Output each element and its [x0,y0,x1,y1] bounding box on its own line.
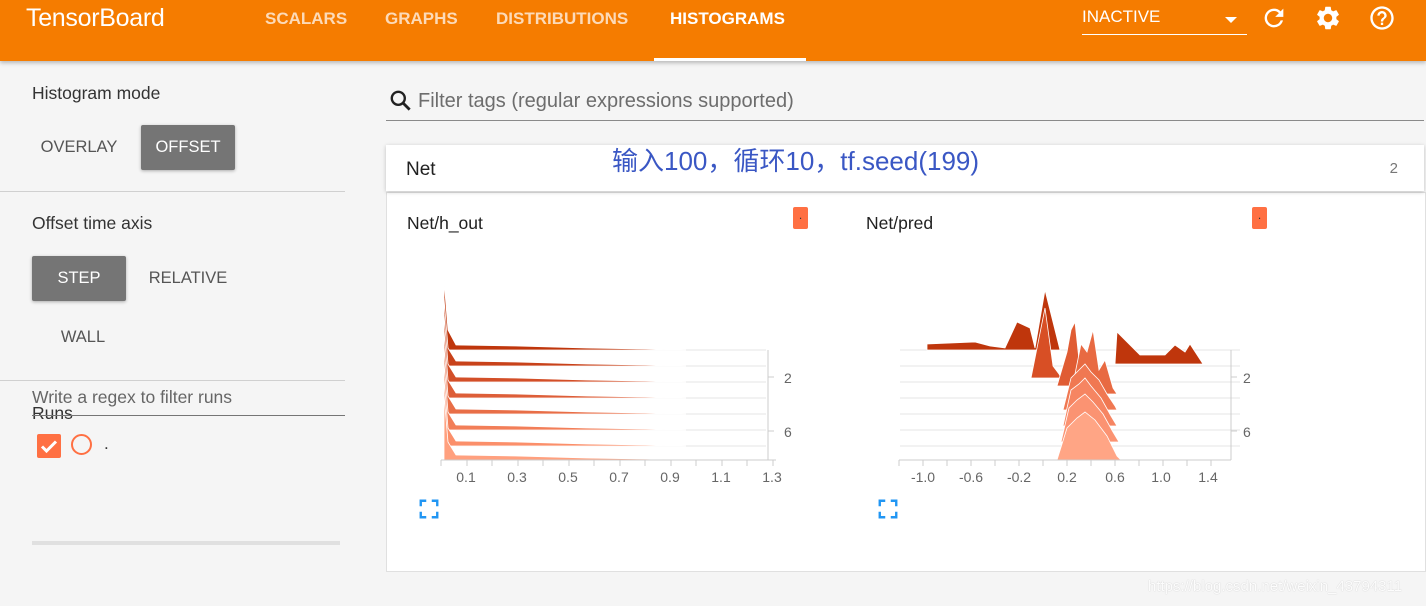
sidebar-divider [0,191,345,192]
chevron-down-icon [1225,17,1237,23]
app-title: TensorBoard [26,4,165,32]
x-tick-label: 0.3 [507,469,527,485]
x-tick-label: 0.1 [456,469,476,485]
x-tick-label: 0.5 [558,469,578,485]
tab-distributions[interactable]: DISTRIBUTIONS [496,9,628,29]
user-annotation: 输入100，循环10，tf.seed(199) [612,146,980,176]
reload-status-select[interactable]: INACTIVE [1082,6,1247,35]
x-tick-label: -0.6 [959,469,983,485]
histogram-chart-pred: 2 6 -1.0 -0.6 -0.2 0.2 0.6 1.0 1.4 [898,289,1251,485]
reload-status-value: INACTIVE [1082,7,1161,26]
sidebar: Histogram mode OVERLAY OFFSET Offset tim… [0,61,345,606]
x-tick-label: 0.9 [660,469,680,485]
y-tick-label: 2 [784,370,792,386]
x-tick-label: -1.0 [911,469,935,485]
run-chip: . [793,207,808,229]
sidebar-divider [0,380,345,381]
x-tick-label: 0.7 [609,469,629,485]
y-axis-h-out: 2 6 [767,350,792,460]
wall-button[interactable]: WALL [36,315,130,360]
run-filter-input[interactable]: Write a regex to filter runs [32,383,345,416]
run-name: . [104,434,109,453]
group-name: Net [406,159,436,180]
tag-filter-bar[interactable]: Filter tags (regular expressions support… [386,80,1424,121]
x-axis-h-out: 0.1 0.3 0.5 0.7 0.9 1.1 1.3 [440,459,782,485]
x-tick-label: 0.6 [1105,469,1125,485]
settings-gear-icon[interactable] [1314,4,1342,32]
ridges-h-out [443,279,687,461]
offset-time-axis-title: Offset time axis [32,213,153,233]
checkmark-icon [40,440,58,454]
step-button[interactable]: STEP [32,256,126,301]
run-checkbox[interactable] [37,434,61,458]
y-tick-label: 6 [784,424,792,440]
run-chip: . [1252,207,1267,229]
offset-button[interactable]: OFFSET [141,125,235,170]
active-tab-indicator [654,58,806,61]
sidebar-bottom-bar [32,541,340,545]
y-tick-label: 6 [1243,424,1251,440]
x-tick-label: 1.4 [1198,469,1218,485]
x-tick-label: 1.3 [762,469,782,485]
overlay-button[interactable]: OVERLAY [32,125,126,170]
watermark: https://blog.csdn.net/weixin_43794311 [1148,578,1403,595]
top-app-bar: TensorBoard SCALARS GRAPHS DISTRIBUTIONS… [0,0,1426,61]
fullscreen-icon[interactable] [418,498,440,520]
run-filter-placeholder: Write a regex to filter runs [32,387,233,407]
fullscreen-icon[interactable] [877,498,899,520]
y-tick-label: 2 [1243,370,1251,386]
x-tick-label: 1.0 [1151,469,1171,485]
x-tick-label: -0.2 [1007,469,1031,485]
tab-graphs[interactable]: GRAPHS [385,9,458,29]
help-icon[interactable] [1368,4,1396,32]
relative-button[interactable]: RELATIVE [141,256,235,301]
card-title-h-out: Net/h_out [407,213,483,233]
tag-filter-placeholder: Filter tags (regular expressions support… [418,90,794,112]
refresh-icon[interactable] [1260,4,1288,32]
group-count: 2 [1389,160,1398,177]
ridges-pred [926,289,1204,461]
search-icon [390,90,411,111]
x-tick-label: 1.1 [711,469,731,485]
tab-histograms[interactable]: HISTOGRAMS [670,9,785,29]
card-title-pred: Net/pred [866,213,934,233]
histogram-chart-h-out: 2 6 0.1 0.3 0.5 0.7 0.9 1.1 1.3 [440,279,792,485]
x-tick-label: 0.2 [1057,469,1077,485]
tab-scalars[interactable]: SCALARS [265,9,347,29]
run-color-circle[interactable] [71,434,92,455]
x-axis-pred: -1.0 -0.6 -0.2 0.2 0.6 1.0 1.4 [898,459,1231,485]
histogram-mode-title: Histogram mode [32,83,161,103]
